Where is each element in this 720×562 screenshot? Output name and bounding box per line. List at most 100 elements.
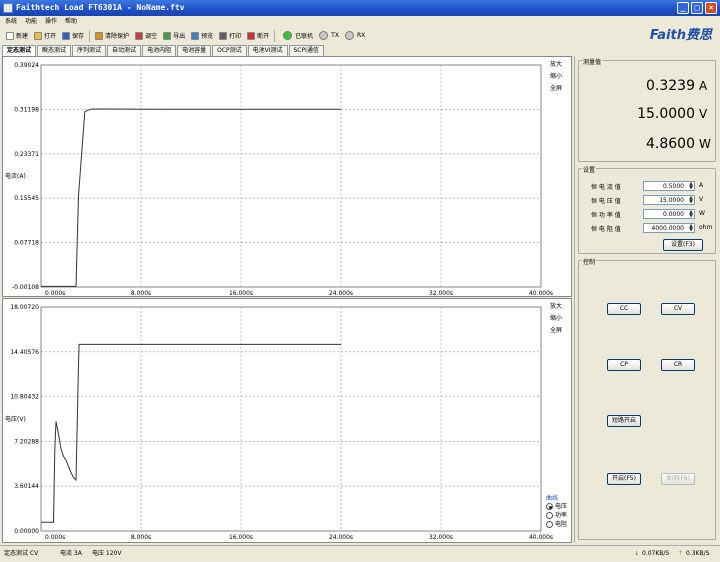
y-tick-label: 18.00720 — [10, 304, 39, 311]
rx-indicator: RX — [344, 31, 365, 40]
tab-4[interactable]: 电池内阻 — [142, 45, 177, 56]
toolbar-clear-protect-button[interactable]: 清除保护 — [92, 29, 132, 43]
menu-function[interactable]: 功能 — [25, 16, 37, 27]
toolbar-preview-button[interactable]: 预览 — [188, 29, 216, 43]
zoom-out-button[interactable]: 缩小 — [550, 313, 562, 325]
setting-input[interactable]: 0.0000 ▲ ▼ — [643, 209, 695, 219]
minimize-button[interactable]: _ — [677, 2, 689, 14]
power-unit: W — [699, 137, 711, 151]
close-button[interactable]: × — [705, 2, 717, 14]
spinner-arrows-icon[interactable]: ▲ ▼ — [689, 182, 693, 191]
y-tick-label: -0.00108 — [12, 284, 39, 291]
new-file-icon — [6, 31, 14, 40]
toolbar: 新建 打开 保存 清除保护 调空 导出 预览 打印 断开 已联机 TX RX — [0, 27, 720, 44]
tab-7[interactable]: 电池VI测试 — [247, 45, 288, 56]
setting-unit: W — [699, 210, 705, 217]
tab-0[interactable]: 定态测试 — [2, 45, 37, 56]
tx-indicator-icon — [319, 31, 329, 40]
toolbar-tune-button[interactable]: 调空 — [132, 29, 160, 43]
voltage-chart: 18.00720 14.40576 10.80432 7.20288 3.60144 0.… — [5, 304, 553, 541]
y-tick-label: 0.31198 — [14, 106, 39, 113]
radio-resistance[interactable]: 电阻 — [546, 520, 572, 529]
zoom-out-button[interactable]: 缩小 — [550, 71, 562, 83]
plot-area — [40, 64, 542, 288]
right-panel: 测量值 0.3239 A 15.0000 V 4.8600 W 设置 设置(F3… — [574, 56, 717, 543]
cv-button[interactable]: CV — [661, 303, 695, 315]
setting-input[interactable]: 15.0000 ▲ ▼ — [643, 195, 695, 205]
cp-button[interactable]: CP — [607, 359, 641, 371]
toolbar-open-folder-button[interactable]: 打开 — [31, 29, 59, 43]
y-tick-label: 3.60144 — [14, 483, 39, 490]
setting-label: 恒 功 率 值 — [591, 212, 621, 219]
status-current: 电流 3A — [60, 550, 82, 557]
app-icon — [3, 3, 13, 13]
x-tick-label: 40.000s — [529, 290, 553, 297]
y-axis-label: 电压(V) — [5, 415, 26, 423]
load-off-button[interactable]: 关闭(F6) — [661, 473, 695, 485]
x-tick-label: 16.000s — [229, 290, 253, 297]
toolbar-label: 导出 — [173, 33, 186, 40]
short-circuit-button[interactable]: 短路开启 — [607, 415, 641, 427]
toolbar-label: 调空 — [145, 33, 158, 40]
cc-button[interactable]: CC — [607, 303, 641, 315]
y-tick-label: 0.15545 — [14, 195, 39, 202]
settings-group: 设置 设置(F3) 恒 电 流 值 0.5000 ▲ ▼ A 恒 电 压 值 15.0000… — [578, 165, 716, 254]
setting-input[interactable]: 0.5000 ▲ ▼ — [643, 181, 695, 191]
zoom-in-button[interactable]: 放大 — [550, 59, 562, 71]
y-tick-label: 7.20288 — [14, 438, 39, 445]
tab-8[interactable]: SCPI通信 — [288, 45, 324, 56]
control-group: 控制 CC CV CP CR 短路开启 开启(F5) 关闭(F6) — [578, 257, 716, 540]
x-tick-label: 16.000s — [229, 534, 253, 541]
tab-1[interactable]: 瞬态测试 — [37, 45, 72, 56]
apply-settings-button[interactable]: 设置(F3) — [663, 239, 703, 251]
connection-status: 已联机 — [283, 31, 313, 40]
zoom-in-button[interactable]: 放大 — [550, 301, 562, 313]
toolbar-export-button[interactable]: 导出 — [160, 29, 188, 43]
x-tick-label: 8.000s — [131, 534, 151, 541]
load-on-button[interactable]: 开启(F5) — [607, 473, 641, 485]
menu-help[interactable]: 帮助 — [65, 16, 77, 27]
plot-area — [40, 306, 542, 532]
maximize-button[interactable]: □ — [691, 2, 703, 14]
fullscreen-button[interactable]: 全屏 — [550, 325, 562, 337]
toolbar-label: 打开 — [44, 33, 57, 40]
y-tick-label: 0.39024 — [14, 62, 39, 69]
toolbar-label: 断开 — [257, 33, 270, 40]
x-tick-label: 24.000s — [329, 534, 353, 541]
toolbar-disconnect-button[interactable]: 断开 — [244, 29, 272, 43]
tab-5[interactable]: 电池容量 — [177, 45, 212, 56]
radio-power[interactable]: 功率 — [546, 511, 572, 520]
toolbar-label: 新建 — [16, 33, 29, 40]
spinner-arrows-icon[interactable]: ▲ ▼ — [689, 196, 693, 205]
settings-title: 设置 — [582, 165, 597, 174]
x-tick-label: 24.000s — [329, 290, 353, 297]
tab-2[interactable]: 序列测试 — [72, 45, 107, 56]
tab-bar: 定态测试 瞬态测试 序列测试 自动测试 电池内阻 电池容量 OCP测试 电池VI测试 SCPI通… — [2, 45, 325, 56]
setting-label: 恒 电 阻 值 — [591, 226, 621, 233]
tab-3[interactable]: 自动测试 — [107, 45, 142, 56]
menu-operation[interactable]: 操作 — [45, 16, 57, 27]
status-mode: 定态测试 CV — [4, 550, 39, 557]
spinner-arrows-icon[interactable]: ▲ ▼ — [689, 210, 693, 219]
toolbar-save-button[interactable]: 保存 — [59, 29, 87, 43]
toolbar-new-file-button[interactable]: 新建 — [3, 29, 31, 43]
status-bar: 定态测试 CV 电流 3A 电压 120V ↓ 0.07KB/S ↑ 0.3KB… — [0, 545, 720, 562]
radio-voltage[interactable]: 电压 — [546, 502, 572, 511]
tune-icon — [135, 31, 144, 40]
toolbar-print-button[interactable]: 打印 — [216, 29, 244, 43]
x-tick-label: 32.000s — [429, 290, 453, 297]
print-icon — [219, 31, 228, 40]
setting-unit: A — [699, 182, 704, 189]
spinner-arrows-icon[interactable]: ▲ ▼ — [689, 224, 693, 233]
cr-button[interactable]: CR — [661, 359, 695, 371]
x-tick-label: 8.000s — [131, 290, 151, 297]
tab-6[interactable]: OCP测试 — [212, 45, 247, 56]
voltage-unit: V — [699, 107, 708, 121]
current-unit: A — [699, 79, 708, 93]
status-voltage: 电压 120V — [92, 550, 122, 557]
fullscreen-button[interactable]: 全屏 — [550, 83, 562, 95]
setting-input[interactable]: 4000.0000 ▲ ▼ — [643, 223, 695, 233]
menu-system[interactable]: 系统 — [5, 16, 17, 27]
toolbar-label: 打印 — [229, 33, 242, 40]
open-folder-icon — [34, 31, 43, 40]
